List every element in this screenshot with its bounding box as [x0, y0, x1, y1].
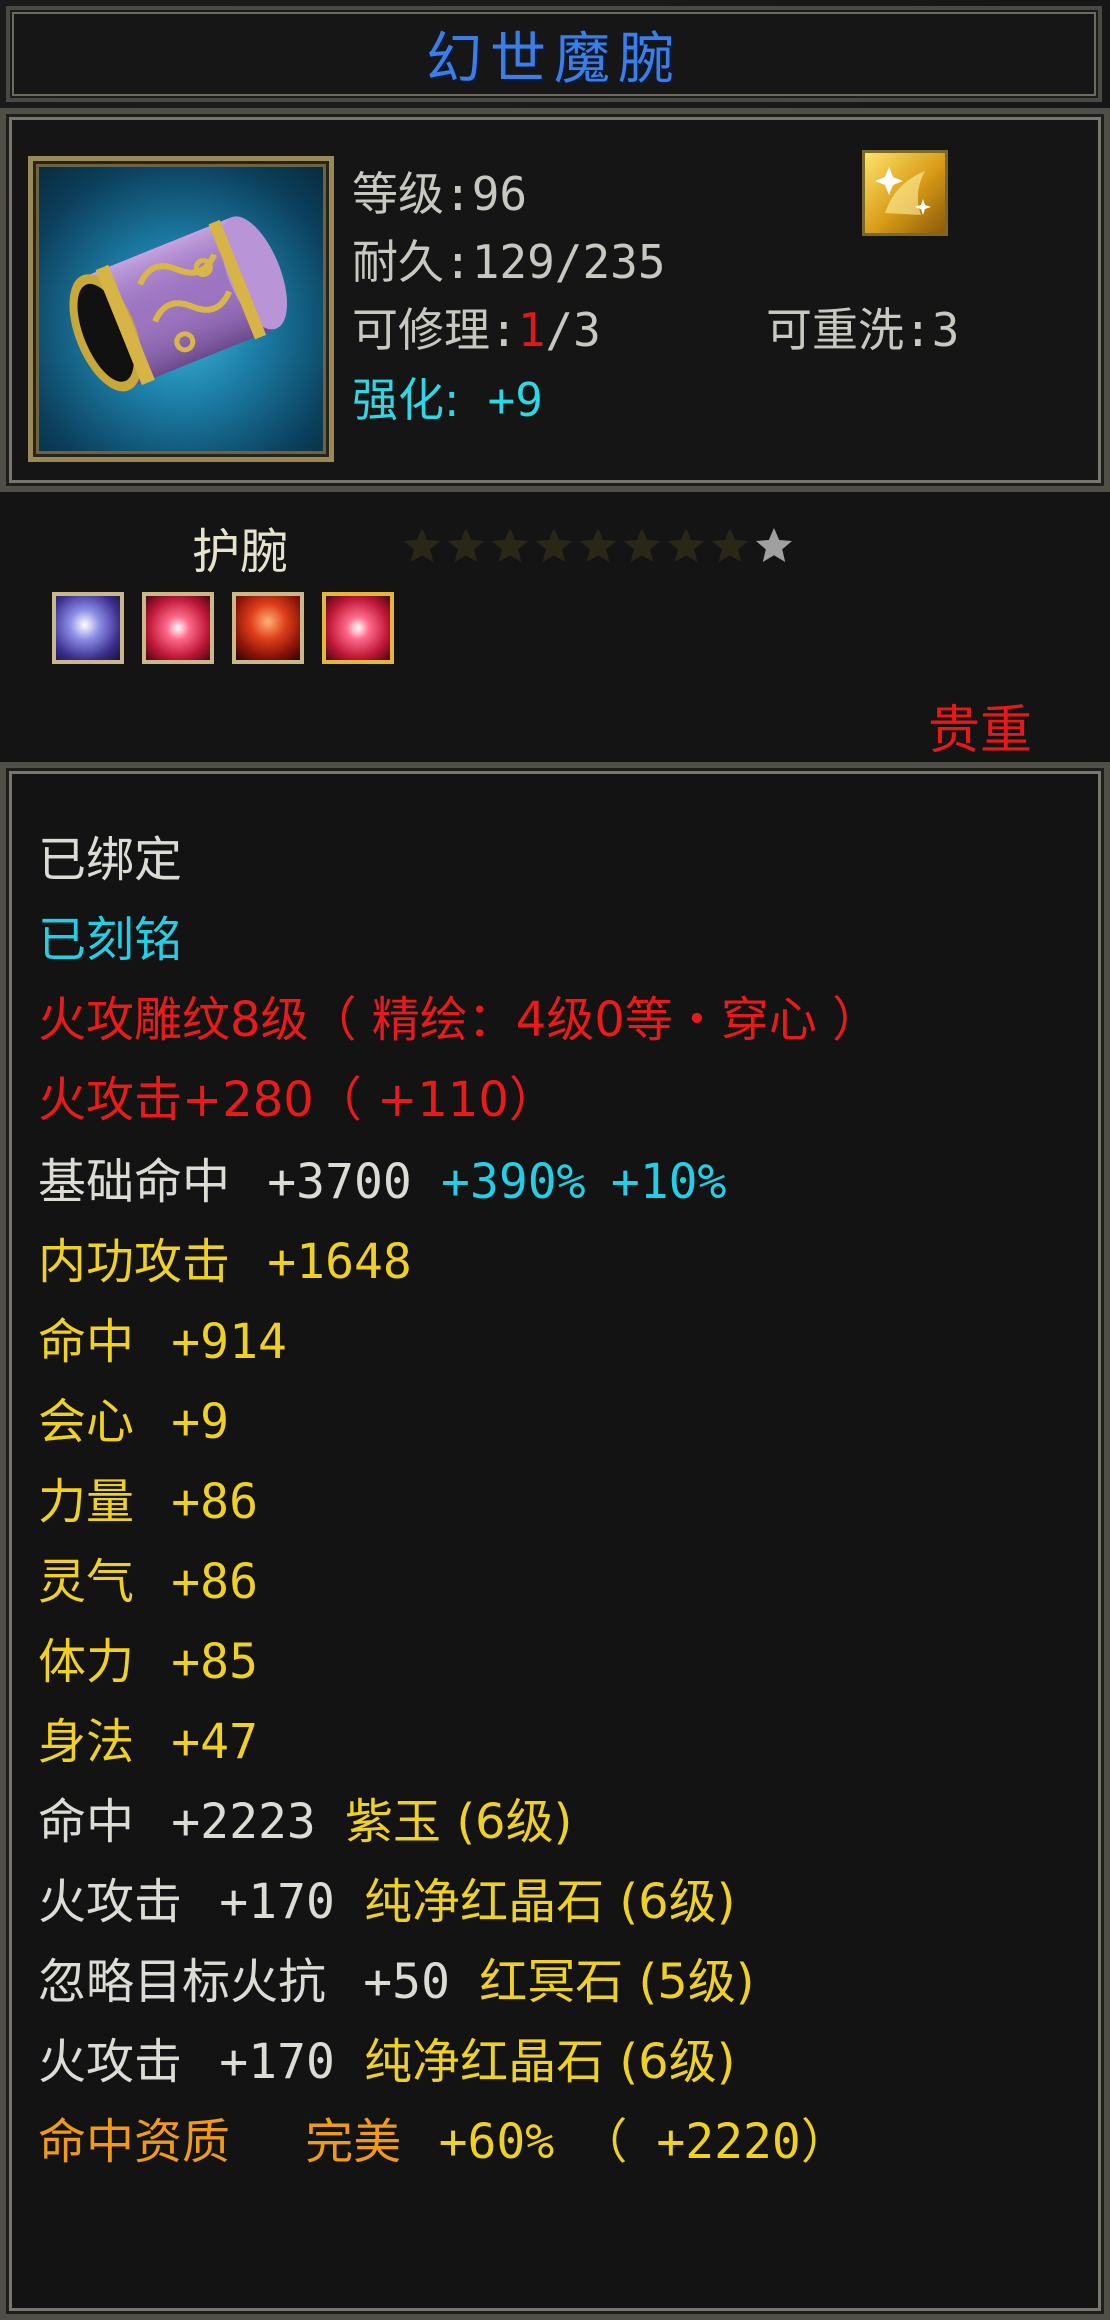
red-crystal-icon[interactable]	[232, 592, 304, 664]
level-line: 等级:96	[352, 167, 528, 221]
repair-line: 可修理:1/3	[352, 303, 601, 357]
purple-gem-icon[interactable]	[52, 592, 124, 664]
star-icon	[580, 528, 616, 562]
gem-line: 命中 +2223 紫玉 (6级)	[38, 1794, 573, 1850]
item-tooltip: 幻世魔腕 等级:96 耐久:129/235 可修理:1/3 可重洗:3 强化: …	[0, 0, 1110, 2320]
star-icon	[624, 528, 660, 562]
bound-status: 已绑定	[38, 832, 183, 888]
crit-line: 会心 +9	[38, 1394, 230, 1450]
star-icon	[448, 528, 484, 562]
enhance-line: 强化: +9	[352, 373, 543, 427]
durability-line: 耐久:129/235	[352, 235, 666, 289]
fire-attack-base-line: 火攻击+280（ +110）	[38, 1072, 557, 1128]
gem-line: 火攻击 +170 纯净红晶石 (6级)	[38, 2034, 736, 2090]
item-icon-frame[interactable]	[28, 156, 334, 462]
star-icon	[756, 528, 792, 562]
rewash-line: 可重洗:3	[766, 303, 960, 357]
item-name: 幻世魔腕	[426, 26, 682, 92]
repair-used: 1	[517, 303, 546, 357]
star-icon	[536, 528, 572, 562]
engraved-status: 已刻铭	[38, 912, 183, 968]
star-icon	[492, 528, 528, 562]
item-type: 护腕	[192, 524, 289, 580]
type-section: 护腕 贵重	[0, 492, 1110, 762]
strength-line: 力量 +86	[38, 1474, 258, 1530]
rarity-label: 贵重	[927, 701, 1032, 761]
inner-attack-line: 内功攻击 +1648	[38, 1234, 412, 1290]
attribute-panel: 已绑定 已刻铭 火攻雕纹8级（ 精绘：4级0等・穿心 ） 火攻击+280（ +1…	[0, 762, 1110, 2320]
star-icon	[404, 528, 440, 562]
vitality-line: 体力 +85	[38, 1634, 258, 1690]
star-icon	[712, 528, 748, 562]
star-rating	[402, 524, 794, 568]
title-bar: 幻世魔腕	[6, 6, 1102, 102]
red-gem-icon[interactable]	[322, 592, 394, 664]
bracer-icon	[69, 216, 287, 392]
red-gem-icon[interactable]	[142, 592, 214, 664]
base-hit-line: 基础命中 +3700 +390% +10%	[38, 1154, 727, 1210]
gold-sparkle-icon[interactable]	[862, 150, 948, 236]
engraving-line: 火攻雕纹8级（ 精绘：4级0等・穿心 ）	[38, 992, 881, 1048]
item-header: 等级:96 耐久:129/235 可修理:1/3 可重洗:3 强化: +9	[0, 108, 1110, 492]
gem-line: 忽略目标火抗 +50 红冥石 (5级)	[38, 1954, 755, 2010]
hit-line: 命中 +914	[38, 1314, 287, 1370]
aptitude-line: 命中资质 完美 +60% （ +2220）	[38, 2114, 849, 2170]
gem-line: 火攻击 +170 纯净红晶石 (6级)	[38, 1874, 736, 1930]
star-icon	[668, 528, 704, 562]
spirit-line: 灵气 +86	[38, 1554, 258, 1610]
agility-line: 身法 +47	[38, 1714, 258, 1770]
